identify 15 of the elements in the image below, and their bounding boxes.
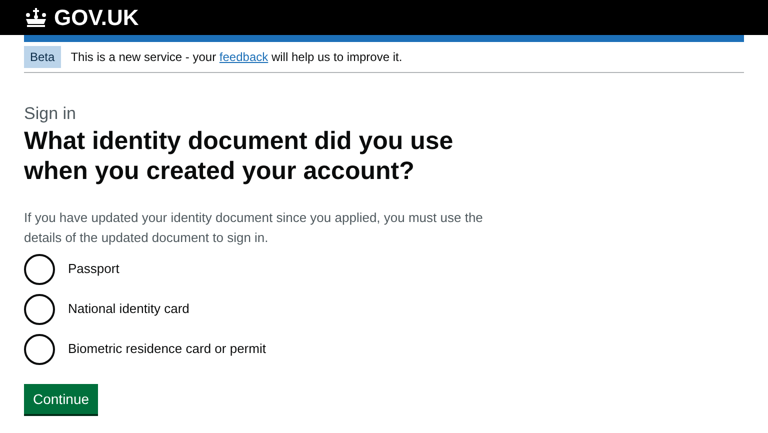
- radio-button[interactable]: [24, 294, 55, 324]
- radio-button[interactable]: [24, 254, 55, 284]
- hint-text: If you have updated your identity document since you applied, you must use the details of the updated document to sign in.: [24, 209, 484, 247]
- crown-icon: [24, 8, 48, 28]
- radio-button[interactable]: [24, 334, 55, 364]
- feedback-link[interactable]: feedback: [219, 50, 268, 64]
- radio-option[interactable]: Biometric residence card or permit: [24, 334, 744, 364]
- continue-button[interactable]: Continue: [24, 384, 98, 414]
- page-heading: What identity document did you use when you created your account?: [24, 126, 454, 186]
- radio-option[interactable]: National identity card: [24, 294, 744, 324]
- caption: Sign in: [24, 104, 77, 124]
- radio-option[interactable]: Passport: [24, 254, 744, 284]
- beta-tag: Beta: [24, 46, 61, 68]
- phase-banner-text: This is a new service - your feedback will help us to improve it.: [70, 49, 402, 66]
- logo-link[interactable]: GOV.UK: [24, 1, 139, 34]
